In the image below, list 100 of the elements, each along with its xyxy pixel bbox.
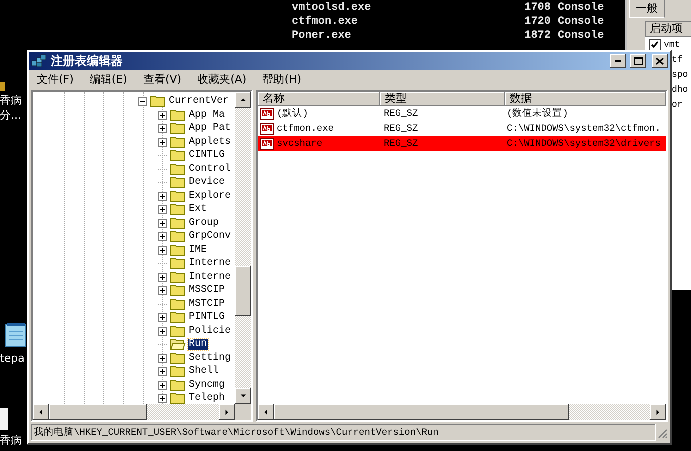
scrollbar-thumb[interactable] bbox=[274, 404, 569, 420]
folder-icon bbox=[170, 162, 186, 176]
plus-icon bbox=[160, 369, 165, 374]
expand-button[interactable] bbox=[158, 205, 167, 214]
tree-item[interactable]: MSSCIP bbox=[188, 285, 226, 296]
tree-item[interactable]: PINTLG bbox=[188, 312, 226, 324]
maximize-button[interactable] bbox=[630, 54, 646, 68]
plus-icon bbox=[160, 248, 165, 253]
tree-item[interactable]: App Ma bbox=[188, 110, 226, 121]
desktop-icon-label: 香病 bbox=[0, 93, 22, 108]
tree-item[interactable]: Setting bbox=[188, 352, 232, 364]
tree-item[interactable]: Interne bbox=[188, 272, 232, 283]
folder-icon bbox=[150, 95, 166, 108]
left-arrow-icon bbox=[262, 408, 270, 416]
tree-item[interactable]: App Pat bbox=[188, 123, 232, 134]
expand-button[interactable] bbox=[158, 124, 167, 134]
minimize-button[interactable] bbox=[610, 54, 626, 68]
tree-item[interactable]: Teleph bbox=[188, 393, 226, 404]
tree-item[interactable]: Syncmg bbox=[188, 380, 226, 391]
startup-item: or bbox=[672, 100, 683, 110]
expand-button[interactable] bbox=[158, 367, 167, 376]
expand-button[interactable] bbox=[158, 272, 167, 282]
expand-button[interactable] bbox=[158, 394, 167, 404]
expand-button[interactable] bbox=[158, 138, 167, 147]
tree-item[interactable]: IME bbox=[188, 244, 208, 256]
folder-icon bbox=[170, 352, 186, 365]
expand-button[interactable] bbox=[158, 380, 167, 390]
expand-button[interactable] bbox=[158, 246, 167, 255]
column-header[interactable]: 名称 bbox=[258, 92, 380, 106]
session-name: Console bbox=[558, 30, 604, 42]
expand-button[interactable] bbox=[158, 232, 167, 242]
folder-icon bbox=[170, 136, 186, 149]
scroll-right-button[interactable] bbox=[219, 404, 235, 420]
value-row[interactable]: (默认) REG_SZ (数值未设置) bbox=[258, 106, 666, 121]
string-value-icon bbox=[260, 122, 274, 134]
tree-item[interactable]: Group bbox=[188, 218, 220, 229]
tree-item[interactable]: GrpConv bbox=[188, 231, 232, 242]
tree-item[interactable]: MSTCIP bbox=[188, 298, 226, 310]
plus-icon bbox=[160, 288, 165, 294]
tree-item[interactable]: CurrentVer bbox=[168, 96, 230, 108]
expand-button[interactable] bbox=[158, 286, 167, 296]
horizontal-scrollbar[interactable] bbox=[258, 404, 666, 420]
scrollbar-thumb[interactable] bbox=[235, 266, 251, 316]
plus-icon bbox=[160, 382, 165, 388]
tree-item[interactable]: Control bbox=[188, 164, 232, 175]
menu-item[interactable]: 帮助(H) bbox=[260, 70, 304, 88]
tree-item[interactable]: Device bbox=[188, 177, 226, 188]
vertical-scrollbar[interactable] bbox=[235, 92, 251, 404]
scrollbar-corner bbox=[235, 404, 251, 420]
column-header[interactable]: 数据 bbox=[505, 92, 666, 106]
tree-item[interactable]: Applets bbox=[188, 136, 232, 148]
plus-icon bbox=[160, 207, 165, 212]
scroll-right-button[interactable] bbox=[650, 404, 666, 420]
minimize-icon bbox=[615, 60, 621, 62]
scrollbar-thumb[interactable] bbox=[49, 404, 147, 420]
scroll-left-button[interactable] bbox=[33, 404, 49, 420]
status-bar: 我的电脑\HKEY_CURRENT_USER\Software\Microsoft\Windows\CurrentVersion\Run bbox=[31, 424, 656, 441]
checkbox[interactable] bbox=[649, 38, 661, 50]
plus-icon bbox=[160, 234, 165, 240]
tree-item[interactable]: Run bbox=[188, 339, 208, 350]
expand-button[interactable] bbox=[158, 354, 167, 363]
scroll-up-button[interactable] bbox=[235, 92, 251, 108]
menu-item[interactable]: 收藏夹(A) bbox=[196, 70, 249, 88]
horizontal-scrollbar[interactable] bbox=[33, 404, 235, 420]
plus-icon bbox=[160, 356, 165, 361]
tree-item[interactable]: CINTLG bbox=[188, 150, 226, 162]
notepad-icon[interactable] bbox=[5, 322, 27, 348]
value-name: ctfmon.exe bbox=[277, 123, 334, 134]
expand-button[interactable] bbox=[158, 192, 167, 201]
desktop-icon-label: 香病 bbox=[0, 433, 22, 448]
collapse-button[interactable] bbox=[138, 97, 147, 106]
resize-grip-icon bbox=[656, 426, 668, 438]
scroll-down-button[interactable] bbox=[235, 388, 251, 404]
down-arrow-icon bbox=[240, 392, 246, 400]
value-type: REG_SZ bbox=[384, 123, 418, 134]
menu-item[interactable]: 查看(V) bbox=[141, 70, 184, 88]
up-arrow-icon bbox=[240, 96, 246, 104]
close-button[interactable] bbox=[652, 54, 668, 68]
scroll-left-button[interactable] bbox=[258, 404, 274, 420]
column-header[interactable]: 类型 bbox=[380, 92, 505, 106]
expand-button[interactable] bbox=[158, 218, 167, 228]
value-row[interactable]: ctfmon.exe REG_SZ C:\WINDOWS\system32\ctfmon. bbox=[258, 121, 666, 136]
menu-item[interactable]: 文件(F) bbox=[35, 70, 76, 88]
menu-item[interactable]: 编辑(E) bbox=[88, 70, 130, 88]
folder-icon bbox=[170, 216, 186, 230]
highlighted-value-row[interactable]: svcshare REG_SZ C:\WINDOWS\system32\drivers bbox=[258, 136, 666, 151]
expand-button[interactable] bbox=[158, 313, 167, 322]
startup-item: dho bbox=[672, 84, 688, 94]
expand-button[interactable] bbox=[158, 110, 167, 120]
tree-item[interactable]: Ext bbox=[188, 204, 208, 216]
dialog-tab[interactable]: 一般 bbox=[629, 0, 665, 18]
folder-icon bbox=[170, 324, 186, 338]
tree-item[interactable]: Policie bbox=[188, 326, 232, 337]
expand-button[interactable] bbox=[158, 326, 167, 336]
tree-item[interactable]: Explore bbox=[188, 190, 232, 202]
value-data: C:\WINDOWS\system32\ctfmon. bbox=[507, 123, 661, 134]
tree-item[interactable]: Interne bbox=[188, 258, 232, 270]
folder-icon bbox=[170, 190, 186, 203]
minus-icon bbox=[140, 99, 145, 104]
tree-item[interactable]: Shell bbox=[188, 366, 220, 378]
